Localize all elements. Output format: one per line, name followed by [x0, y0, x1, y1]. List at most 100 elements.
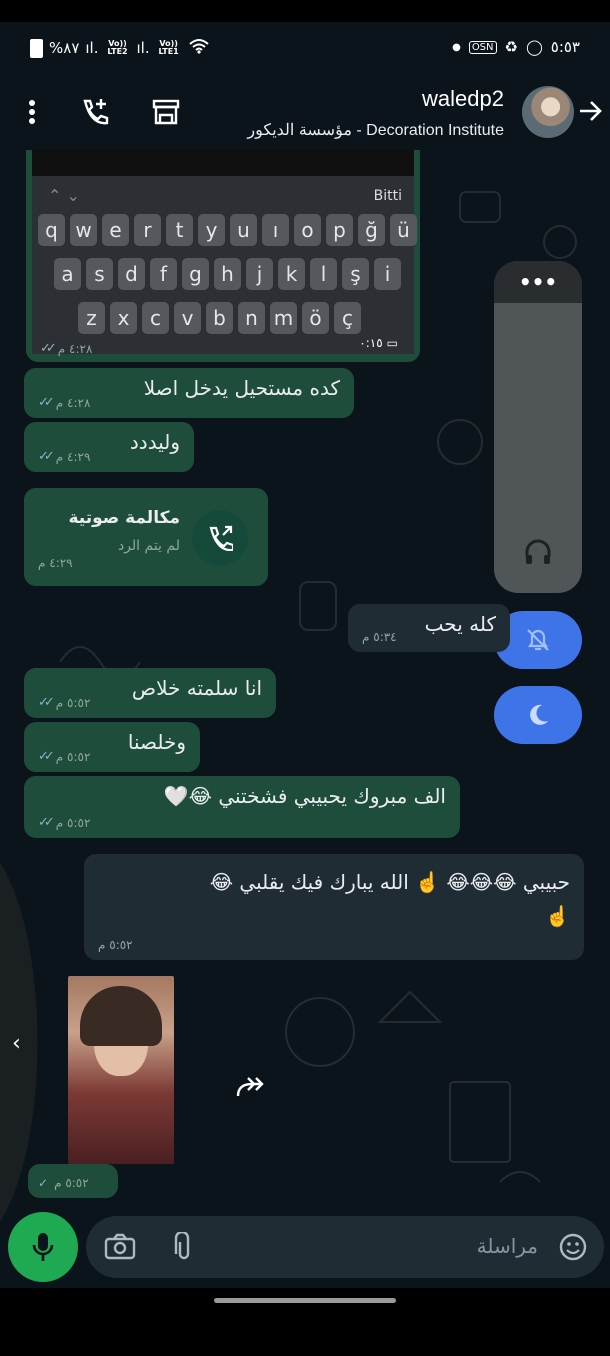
emoji-icon[interactable] [558, 1232, 588, 1266]
keyboard-key: j [246, 258, 273, 290]
contact-name[interactable]: waledp2 [422, 86, 504, 112]
keyboard-key: ü [390, 214, 417, 246]
double-check-icon: ✓✓ [38, 395, 55, 410]
shop-icon[interactable] [148, 94, 184, 130]
status-bar: %٨٧ ıl. Vo)) LTE2 ıl. Vo)) LTE1 ● OSN ♻ … [0, 22, 610, 76]
microphone-icon [32, 1233, 54, 1261]
keyboard-key: k [278, 258, 305, 290]
message-meta: ✓✓ ٤:٢٩ م [38, 449, 90, 464]
keyboard-done: Bitti [373, 188, 402, 204]
message-text: الف مبروك يحبيبي فشختني 😂🤍 [163, 784, 446, 808]
keyboard-key: y [198, 214, 225, 246]
whatsapp-icon: ◯ [525, 38, 543, 56]
keyboard-key: l [310, 258, 337, 290]
message-bubble[interactable]: انا سلمته خلاص ✓✓ ٥:٥٢ م [24, 668, 276, 718]
dot-icon: ● [452, 41, 461, 53]
more-options-icon[interactable]: ••• [494, 261, 582, 303]
svg-text:‹: ‹ [12, 1031, 21, 1056]
keyboard-key: m [270, 302, 297, 334]
wifi-icon [188, 38, 210, 58]
keyboard-image: ⌃ ⌄ Bitti qwertyuıopğü asdfghjklşi zxcvbnm… [32, 176, 417, 354]
photo-meta: ✓ ٥:٥٢ م [28, 1164, 118, 1198]
clock-time: ٥:٥٣ [550, 38, 580, 56]
check-icon: ✓ [38, 1176, 49, 1190]
message-time: ٥:٣٤ م [362, 630, 397, 644]
battery-level: %٨٧ [49, 39, 80, 57]
voice-call-message[interactable]: مكالمة صوتية لم يتم الرد ٤:٢٩ م [24, 488, 268, 586]
message-meta: ٤:٢٩ م [38, 556, 73, 570]
attach-icon[interactable] [174, 1230, 194, 1266]
video-icon: ▭ [386, 336, 398, 350]
double-check-icon: ✓✓ [38, 695, 55, 710]
message-time: ٤:٢٨ م [55, 395, 91, 410]
message-bubble[interactable]: وخلصنا ✓✓ ٥:٥٢ م [24, 722, 200, 772]
photo-message[interactable] [68, 976, 174, 1164]
photo-hair [80, 986, 162, 1046]
video-duration: ٠:١٥ [359, 336, 383, 350]
double-check-icon: ✓✓ [40, 341, 57, 356]
message-meta: ✓✓ ٥:٥٢ م [38, 695, 90, 710]
message-time: ٤:٢٨ م [57, 341, 93, 356]
keyboard-key: q [38, 214, 65, 246]
carrier-icon: OSN [468, 40, 497, 54]
forward-icon[interactable] [234, 1074, 268, 1104]
message-meta: ✓ ٥:٥٢ م [38, 1176, 89, 1190]
keyboard-key: f [150, 258, 177, 290]
call-status: لم يتم الرد [117, 538, 180, 554]
signal-icon: ıl. [136, 39, 150, 57]
message-meta: ✓✓ ٥:٥٢ م [38, 815, 90, 830]
double-check-icon: ✓✓ [38, 749, 55, 764]
message-input[interactable]: مراسلة [477, 1234, 538, 1258]
voice-record-button[interactable] [8, 1212, 78, 1282]
message-text: ☝️ [545, 904, 570, 928]
message-meta: ✓✓ ٤:٢٨ م [38, 395, 90, 410]
back-arrow-icon[interactable] [578, 98, 604, 128]
keyboard-key: b [206, 302, 233, 334]
message-time: ٥:٥٢ م [55, 749, 91, 764]
message-time: ٤:٢٩ م [38, 556, 73, 570]
message-time: ٥:٥٢ م [98, 938, 133, 952]
battery-icon [30, 38, 43, 58]
navigation-bar [0, 1288, 610, 1356]
headphones-icon[interactable] [523, 537, 553, 571]
do-not-disturb-toggle[interactable] [494, 686, 582, 744]
contact-subtitle[interactable]: مؤسسة الديكور - Decoration Institute [247, 120, 504, 140]
message-bubble[interactable]: الف مبروك يحبيبي فشختني 😂🤍 ✓✓ ٥:٥٢ م [24, 776, 460, 838]
keyboard-key: s [86, 258, 113, 290]
moon-icon [530, 704, 548, 725]
message-bubble[interactable]: كده مستحيل يدخل اصلا ✓✓ ٤:٢٨ م [24, 368, 354, 418]
keyboard-key: d [118, 258, 145, 290]
more-options-icon[interactable] [14, 94, 50, 130]
double-check-icon: ✓✓ [38, 815, 55, 830]
keyboard-key: ö [302, 302, 329, 334]
volume-panel[interactable]: ••• [494, 261, 582, 593]
message-composer[interactable]: مراسلة [86, 1216, 604, 1278]
sim1-label: Vo)) LTE1 [158, 39, 179, 56]
home-handle[interactable] [214, 1298, 396, 1303]
keyboard-key: x [110, 302, 137, 334]
message-text: حبيبي 😂😂😂 ☝️ الله يبارك فيك يقلبي 😂 [209, 870, 570, 894]
keyboard-key: ş [342, 258, 369, 290]
keyboard-key: h [214, 258, 241, 290]
message-bubble[interactable]: حبيبي 😂😂😂 ☝️ الله يبارك فيك يقلبي 😂 ☝️ ٥… [84, 854, 584, 960]
keyboard-key: v [174, 302, 201, 334]
missed-call-icon[interactable] [192, 510, 248, 566]
avatar[interactable] [522, 86, 574, 138]
camera-icon[interactable] [104, 1232, 136, 1264]
keyboard-key: ğ [358, 214, 385, 246]
keyboard-key: u [230, 214, 257, 246]
message-meta: ٥:٣٤ م [362, 630, 397, 644]
message-meta: ✓✓ ٤:٢٨ م [40, 341, 92, 356]
message-bubble[interactable]: وليددد ✓✓ ٤:٢٩ م [24, 422, 194, 472]
screenshot-message[interactable]: ⌃ ⌄ Bitti qwertyuıopğü asdfghjklşi zxcvbnm… [26, 150, 420, 362]
chat-header: waledp2 مؤسسة الديكور - Decoration Insti… [0, 76, 610, 152]
video-badge: ٠:١٥ ▭ [359, 336, 398, 350]
keyboard-key: o [294, 214, 321, 246]
keyboard-key: w [70, 214, 97, 246]
keyboard-key: i [374, 258, 401, 290]
message-bubble[interactable]: كله يحب ٥:٣٤ م [348, 604, 510, 652]
message-time: ٥:٥٢ م [55, 695, 91, 710]
keyboard-key: e [102, 214, 129, 246]
message-time: ٤:٢٩ م [55, 449, 91, 464]
add-call-icon[interactable] [76, 94, 112, 130]
